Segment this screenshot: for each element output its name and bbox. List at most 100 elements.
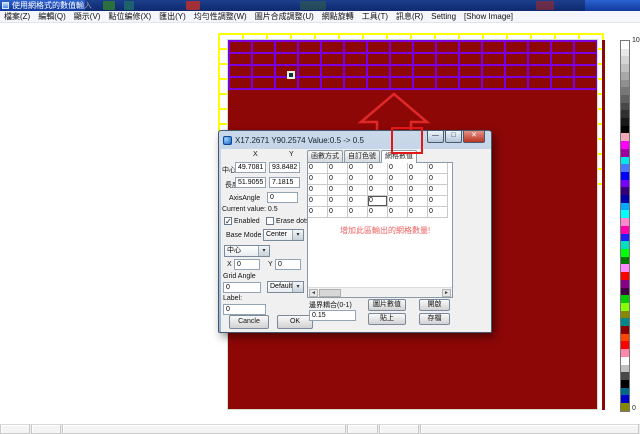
grid-cell[interactable]: 0 [348,163,368,174]
colorbar-segment[interactable] [621,110,629,118]
offset-x-field[interactable]: 0 [234,259,260,270]
colorbar-segment[interactable] [621,295,629,303]
colorbar-segment[interactable] [621,380,629,388]
colorbar-segment[interactable] [621,288,629,296]
center-y-field[interactable]: 93.8482 [269,162,300,173]
grid-cell[interactable]: 0 [388,196,408,207]
colorbar-segment[interactable] [621,311,629,319]
length-x-field[interactable]: 51.9055 [235,177,266,188]
colorbar-segment[interactable] [621,280,629,288]
grid-cell[interactable]: 0 [308,196,328,207]
grid-cell[interactable]: 0 [368,174,388,185]
grid-cell[interactable]: 0 [388,163,408,174]
grid-cell[interactable]: 0 [328,174,348,185]
colorbar-segment[interactable] [621,87,629,95]
grid-cell[interactable]: 0 [368,163,388,174]
cancel-button[interactable]: Cancle [229,315,269,329]
colorbar-segment[interactable] [621,303,629,311]
horizontal-scrollbar[interactable]: ◄ ► [308,287,452,297]
colorbar-segment[interactable] [621,172,629,180]
base-mode-select[interactable]: Center [263,229,304,241]
grid-cell[interactable]: 0 [348,196,368,207]
selected-grid-point-marker[interactable] [287,71,295,79]
colorbar-segment[interactable] [621,234,629,242]
colorbar-segment[interactable] [621,80,629,88]
colorbar-segment[interactable] [621,218,629,226]
menu-item[interactable]: [Show Image] [460,11,517,22]
colorbar-segment[interactable] [621,133,629,141]
ok-button[interactable]: OK [277,315,313,329]
grid-cell[interactable]: 0 [328,185,348,196]
colorbar-segment[interactable] [621,318,629,326]
grid-cell[interactable]: 0 [408,196,428,207]
tab-1[interactable]: 自訂色號 [344,150,380,162]
minimize-button[interactable]: — [427,131,444,143]
grid-cell[interactable]: 0 [368,207,388,218]
colorbar-segment[interactable] [621,103,629,111]
colorbar-segment[interactable] [621,403,629,411]
label-field[interactable]: 0 [223,304,266,315]
colorbar-segment[interactable] [621,180,629,188]
colorbar-segment[interactable] [621,72,629,80]
close-button[interactable]: ✕ [463,131,485,143]
enabled-checkbox[interactable]: ✓ [224,217,232,225]
offset-y-field[interactable]: 0 [275,259,301,270]
coupling-field[interactable]: 0.15 [309,310,356,321]
grid-angle-field[interactable]: 0 [223,282,261,293]
colorbar-segment[interactable] [621,249,629,257]
grid-cell[interactable]: 0 [408,174,428,185]
grid-cell[interactable]: 0 [388,207,408,218]
colorbar-segment[interactable] [621,257,629,265]
menu-item[interactable]: 檔案(Z) [0,11,34,22]
colorbar-segment[interactable] [621,388,629,396]
colorbar-segment[interactable] [621,64,629,72]
colorbar-segment[interactable] [621,41,629,49]
colorbar-segment[interactable] [621,56,629,64]
colorbar-segment[interactable] [621,241,629,249]
grid-cell[interactable]: 0 [428,185,448,196]
open-button[interactable]: 開啟 [419,299,450,311]
colorbar-segment[interactable] [621,349,629,357]
grid-cell[interactable]: 0 [328,207,348,218]
grid-cell[interactable]: 0 [308,174,328,185]
colorbar-segment[interactable] [621,264,629,272]
grid-cell[interactable]: 0 [328,196,348,207]
scroll-left-icon[interactable]: ◄ [309,289,318,297]
grid-cell[interactable]: 0 [428,196,448,207]
colorbar-segment[interactable] [621,203,629,211]
axis-angle-field[interactable]: 0 [267,192,298,203]
save-button[interactable]: 存檔 [419,313,450,325]
menu-item[interactable]: 匯出(Y) [155,11,190,22]
menu-item[interactable]: 編輯(Q) [34,11,70,22]
colorbar-segment[interactable] [621,187,629,195]
menu-item[interactable]: 顯示(V) [70,11,105,22]
maximize-button[interactable]: □ [445,131,462,143]
menu-item[interactable]: 網點旋轉 [318,11,358,22]
colorbar-segment[interactable] [621,126,629,134]
menu-item[interactable]: 均勻性調整(W) [190,11,251,22]
grid-cell[interactable]: 0 [428,163,448,174]
colorbar-segment[interactable] [621,149,629,157]
color-palette-strip[interactable] [620,40,630,412]
colorbar-segment[interactable] [621,164,629,172]
colorbar-segment[interactable] [621,141,629,149]
grid-cell[interactable]: 0 [348,207,368,218]
colorbar-segment[interactable] [621,226,629,234]
length-y-field[interactable]: 7.1815 [269,177,300,188]
colorbar-segment[interactable] [621,195,629,203]
grid-cell[interactable]: 0 [428,207,448,218]
colorbar-segment[interactable] [621,210,629,218]
grid-cell[interactable]: 0 [348,174,368,185]
grid-cell[interactable]: 0 [308,207,328,218]
menu-item[interactable]: 點位編修(X) [104,11,155,22]
colorbar-segment[interactable] [621,334,629,342]
scroll-right-icon[interactable]: ► [442,289,451,297]
colorbar-segment[interactable] [621,95,629,103]
grid-cell[interactable]: 0 [368,185,388,196]
colorbar-segment[interactable] [621,326,629,334]
colorbar-segment[interactable] [621,49,629,57]
scrollbar-thumb[interactable] [319,289,341,297]
grid-cell[interactable]: 0 [328,163,348,174]
grid-cell[interactable]: 0 [408,185,428,196]
grid-cell[interactable]: 0 [388,185,408,196]
